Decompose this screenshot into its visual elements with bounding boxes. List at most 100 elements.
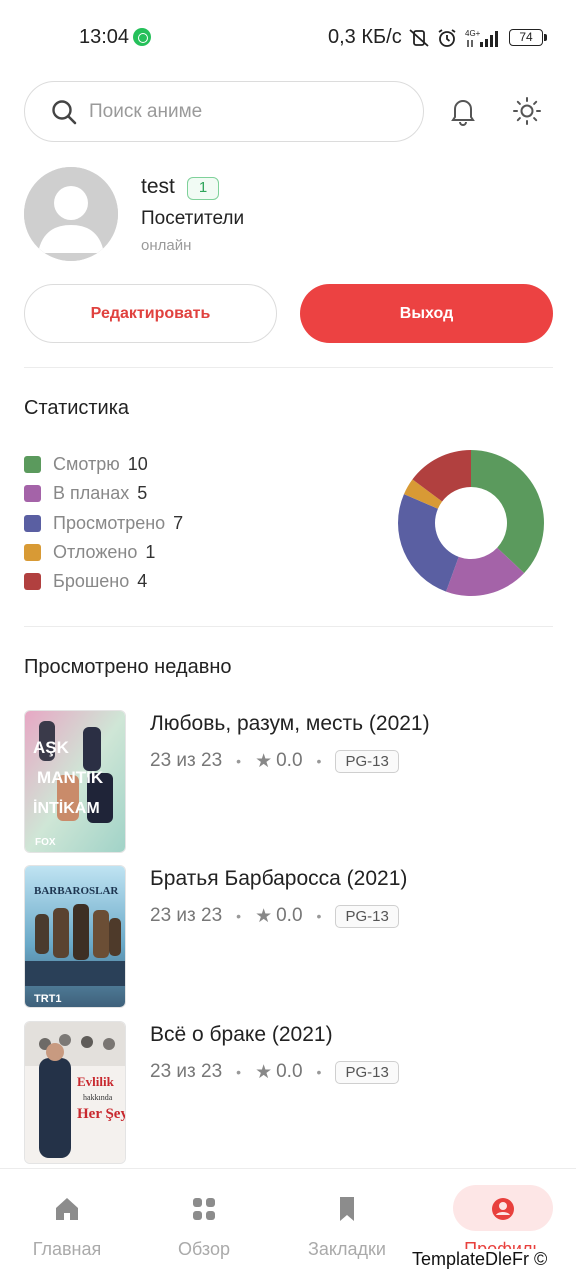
svg-text:Her Şey: Her Şey [77, 1106, 126, 1122]
bookmark-icon [340, 1197, 354, 1221]
separator-dot: • [236, 1064, 242, 1080]
svg-text:4G+: 4G+ [465, 29, 481, 38]
legend-item-watching[interactable]: Смотрю 10 [24, 450, 324, 479]
recent-item-title[interactable]: Братья Барбаросса (2021) [150, 867, 407, 891]
legend-value: 1 [145, 542, 156, 563]
svg-text:FOX: FOX [35, 837, 56, 848]
vibrate-off-icon [409, 29, 429, 47]
separator-dot: • [316, 908, 322, 924]
edit-profile-button[interactable]: Редактировать [24, 284, 277, 343]
separator-dot: • [316, 1064, 322, 1080]
divider [24, 626, 553, 627]
avatar [24, 167, 118, 261]
star-icon: ★ [255, 750, 273, 772]
home-icon [56, 1198, 78, 1220]
rating-value: 0.0 [276, 750, 303, 771]
network-speed: 0,3 КБ/с [328, 26, 402, 48]
recent-item-meta: 23 из 23 • ★ 0.0 • PG-13 [150, 748, 399, 774]
nav-label: Главная [32, 1239, 102, 1259]
battery-indicator: 74 [509, 29, 547, 46]
star-icon: ★ [255, 905, 273, 927]
rating-value: 0.0 [276, 1061, 303, 1082]
legend-item-on-hold[interactable]: Отложено 1 [24, 538, 324, 567]
default-user-icon [24, 167, 118, 261]
episode-count: 23 из 23 [150, 1061, 223, 1082]
svg-text:Evlilik: Evlilik [77, 1074, 115, 1089]
divider [24, 367, 553, 368]
legend-label: В планах [53, 483, 130, 504]
poster-image[interactable]: Evlilik hakkında Her Şey [24, 1021, 126, 1164]
status-icons: 4G+ [408, 24, 502, 52]
episode-count: 23 из 23 [150, 750, 223, 771]
poster-image[interactable]: BARBAROSLAR TRT1 [24, 865, 126, 1008]
legend-item-completed[interactable]: Просмотрено 7 [24, 509, 324, 538]
recent-title: Просмотрено недавно [24, 656, 232, 678]
legend-value: 7 [173, 512, 184, 533]
legend-swatch [24, 485, 41, 503]
legend-value: 5 [137, 483, 148, 504]
legend-swatch [24, 573, 41, 591]
separator-dot: • [236, 753, 242, 769]
legend-value: 10 [127, 454, 148, 475]
separator-dot: • [236, 908, 242, 924]
legend-label: Просмотрено [53, 512, 166, 533]
bell-icon[interactable] [447, 95, 479, 127]
nav-bookmarks[interactable]: Закладки [277, 1169, 417, 1280]
donut-slice [398, 494, 459, 592]
watermark: TemplateDleFr © [410, 1249, 550, 1270]
legend-label: Смотрю [53, 454, 120, 475]
rating-value: 0.0 [276, 905, 303, 926]
legend-item-dropped[interactable]: Брошено 4 [24, 567, 324, 596]
whatsapp-notification-icon [133, 28, 151, 46]
legend-value: 4 [137, 571, 148, 592]
online-status: онлайн [141, 237, 192, 254]
stats-donut-chart [398, 450, 544, 596]
clock: 13:04 [79, 26, 130, 48]
nav-home[interactable]: Главная [0, 1169, 137, 1280]
legend-label: Брошено [53, 571, 130, 592]
svg-text:MANTIK: MANTIK [37, 768, 104, 787]
user-circle-icon [492, 1198, 514, 1220]
recent-item-title[interactable]: Любовь, разум, месть (2021) [150, 712, 430, 736]
user-group: Посетители [141, 208, 245, 229]
star-icon: ★ [255, 1061, 273, 1083]
nav-label: Обзор [178, 1239, 230, 1259]
svg-text:AŞK: AŞK [33, 738, 70, 757]
recent-item[interactable]: BARBAROSLAR TRT1 Братья Барбаросса (2021… [24, 865, 554, 1009]
search-input[interactable] [89, 94, 409, 130]
svg-text:TRT1: TRT1 [34, 993, 62, 1005]
grid-icon [193, 1198, 215, 1220]
episode-count: 23 из 23 [150, 905, 223, 926]
legend-swatch [24, 456, 41, 474]
status-bar: 13:04 0,3 КБ/с 4G+ 74 [0, 0, 576, 76]
username: test [141, 175, 175, 198]
legend-swatch [24, 544, 41, 562]
age-rating-badge: PG-13 [335, 749, 399, 773]
nav-label: Закладки [308, 1239, 386, 1259]
svg-text:hakkında: hakkında [83, 1093, 113, 1102]
svg-text:İNTİKAM: İNTİKAM [33, 799, 100, 817]
legend-item-planned[interactable]: В планах 5 [24, 479, 324, 508]
recent-item[interactable]: Evlilik hakkında Her Şey Всё о браке (20… [24, 1021, 554, 1165]
stats-title: Статистика [24, 397, 130, 419]
signal-icon: 4G+ [465, 29, 498, 47]
search-bar[interactable] [24, 81, 424, 142]
nav-browse[interactable]: Обзор [134, 1169, 274, 1280]
theme-toggle-icon[interactable] [511, 95, 543, 127]
recent-item-meta: 23 из 23 • ★ 0.0 • PG-13 [150, 1059, 399, 1085]
recent-item[interactable]: AŞK MANTIK İNTİKAM FOX Любовь, разум, ме… [24, 710, 554, 854]
search-icon[interactable] [49, 97, 79, 127]
age-rating-badge: PG-13 [335, 904, 399, 928]
poster-image[interactable]: AŞK MANTIK İNTİKAM FOX [24, 710, 126, 853]
stats-legend: Смотрю 10 В планах 5 Просмотрено 7 Отлож… [24, 450, 324, 596]
alarm-icon [438, 29, 456, 47]
recent-item-meta: 23 из 23 • ★ 0.0 • PG-13 [150, 903, 399, 929]
legend-swatch [24, 514, 41, 532]
recent-item-title[interactable]: Всё о браке (2021) [150, 1023, 333, 1047]
separator-dot: • [316, 753, 322, 769]
svg-text:BARBAROSLAR: BARBAROSLAR [34, 885, 119, 897]
level-badge: 1 [187, 177, 219, 200]
age-rating-badge: PG-13 [335, 1060, 399, 1084]
legend-label: Отложено [53, 542, 138, 563]
logout-button[interactable]: Выход [300, 284, 553, 343]
